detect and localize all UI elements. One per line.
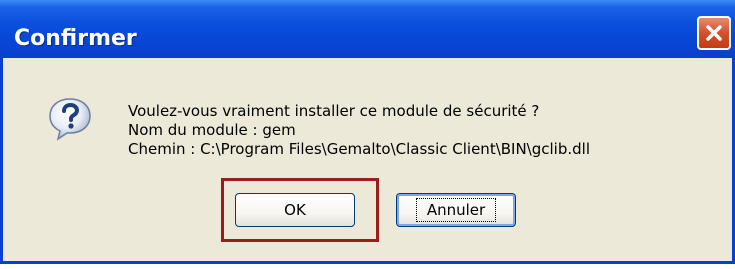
dialog-content: Voulez-vous vraiment installer ce module… <box>3 58 732 261</box>
close-icon <box>706 25 722 41</box>
cancel-button[interactable]: Annuler <box>396 193 516 227</box>
title-bar[interactable]: Confirmer <box>0 0 735 58</box>
question-icon <box>49 98 91 141</box>
ok-highlight-box <box>221 178 379 242</box>
message-line-question: Voulez-vous vraiment installer ce module… <box>128 102 540 120</box>
message-line-module-name: Nom du module : gem <box>128 121 296 139</box>
message-text: Voulez-vous vraiment installer ce module… <box>128 102 590 159</box>
cancel-button-label: Annuler <box>415 198 497 222</box>
dialog-window: Confirmer Voulez-vous vraiment installer… <box>0 0 735 264</box>
close-button[interactable] <box>697 16 731 50</box>
window-title: Confirmer <box>14 26 137 51</box>
message-line-path: Chemin : C:\Program Files\Gemalto\Classi… <box>128 140 590 158</box>
